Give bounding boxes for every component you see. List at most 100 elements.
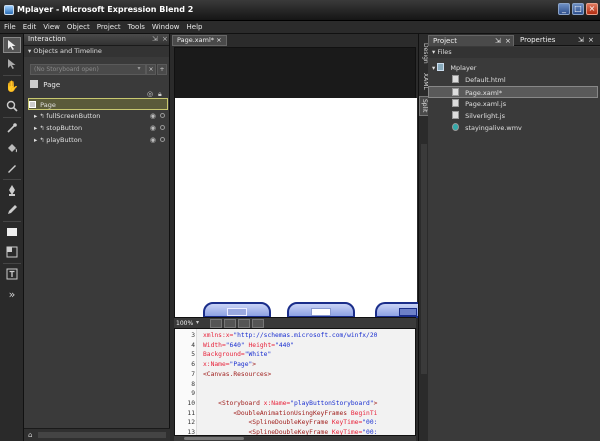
objects-timeline-header[interactable]: ▾ Objects and Timeline (24, 46, 169, 57)
code-token: KeyTime= (331, 429, 363, 436)
pin-icon[interactable]: ⇲ (495, 36, 501, 46)
tab-close-icon[interactable]: × (216, 36, 221, 44)
tree-item-page[interactable]: Page (28, 98, 168, 110)
code-line: xmlns:x="http://schemas.microsoft.com/wi… (203, 332, 377, 339)
file-item[interactable]: Silverlight.js (428, 110, 598, 122)
fullscreenbutton-shape[interactable] (375, 302, 421, 318)
line-number: 4 (191, 341, 195, 349)
scope-selector[interactable]: Page (30, 80, 60, 89)
tab-project[interactable]: Project ⇲ × (428, 35, 514, 46)
file-item[interactable]: Default.html (428, 74, 598, 86)
file-item[interactable]: Page.xaml* (428, 86, 598, 98)
toolbox-divider (3, 179, 21, 180)
menu-help[interactable]: Help (187, 23, 203, 31)
rectangle-tool-icon[interactable] (3, 224, 21, 240)
menu-edit[interactable]: Edit (23, 23, 37, 31)
tab-project-label: Project (433, 37, 457, 45)
code-token: Height= (244, 341, 276, 349)
menu-object[interactable]: Object (67, 23, 90, 31)
xaml-file-icon (452, 88, 459, 96)
panel-close-icon[interactable]: × (505, 36, 511, 46)
toolbox-divider (3, 75, 21, 76)
project-root[interactable]: ▾ Mplayer (428, 62, 598, 74)
menu-file[interactable]: File (4, 23, 16, 31)
xaml-code-editor[interactable]: 3 4 5 6 7 8 9 10 11 12 13 xmlns:x="http://schemas.… (174, 328, 416, 436)
new-storyboard-button[interactable]: + (157, 64, 167, 75)
design-canvas[interactable] (175, 98, 421, 318)
timeline-scrollbar[interactable] (38, 432, 166, 438)
line-number: 8 (191, 380, 195, 388)
storyboard-dropdown[interactable]: (No Storyboard open) (30, 64, 146, 75)
play-glyph (227, 308, 247, 316)
menu-project[interactable]: Project (97, 23, 121, 31)
stopbutton-shape[interactable] (287, 302, 355, 318)
pin-icon[interactable]: ⇲ (578, 35, 584, 45)
code-token: <Storyboard (203, 399, 264, 407)
files-header[interactable]: ▾ Files (428, 47, 600, 58)
menu-bar: File Edit View Object Project Tools Wind… (0, 21, 600, 34)
toolbox: ✋ » (0, 34, 24, 441)
interaction-panel: Interaction ⇲ × ▾ Objects and Timeline (… (24, 34, 170, 441)
code-token: "playButtonStoryboard" (290, 399, 374, 407)
line-number: 9 (191, 390, 195, 398)
interaction-panel-header: Interaction ⇲ × (24, 34, 169, 46)
effects-rendering-icon[interactable] (252, 319, 264, 328)
tab-properties[interactable]: Properties ⇲ × (516, 35, 600, 46)
eyedropper-tool-icon[interactable] (3, 120, 21, 136)
home-icon[interactable]: ⌂ (28, 431, 32, 439)
visibility-eye-icon[interactable]: ◉ (150, 122, 156, 134)
selection-tool-icon[interactable] (3, 37, 21, 53)
lock-toggle-icon[interactable] (160, 137, 165, 142)
code-line: <Canvas.Resources> (203, 371, 271, 378)
menu-view[interactable]: View (43, 23, 60, 31)
panel-close-icon[interactable]: × (588, 35, 594, 45)
visibility-eye-icon[interactable]: ◉ (150, 134, 156, 146)
lock-toggle-icon[interactable] (160, 113, 165, 118)
close-button[interactable]: × (586, 3, 598, 15)
zoom-tool-icon[interactable] (3, 98, 21, 114)
snap-lines-icon[interactable] (238, 319, 250, 328)
tree-item-stopbutton[interactable]: ▸ ↰ stopButton ◉ (28, 122, 168, 134)
code-token: xmlns:x= (203, 332, 234, 339)
pan-tool-icon[interactable]: ✋ (3, 78, 21, 94)
direct-selection-tool-icon[interactable] (3, 56, 21, 72)
file-item[interactable]: stayingalive.wmv (428, 122, 598, 134)
stop-glyph (311, 308, 331, 316)
menu-tools[interactable]: Tools (128, 23, 145, 31)
scrollbar-thumb[interactable] (184, 437, 244, 440)
artboard-vertical-scrollbar[interactable] (421, 144, 427, 374)
lock-toggle-icon[interactable] (160, 125, 165, 130)
tree-item-label: Page (40, 101, 56, 109)
visibility-eye-icon[interactable]: ◉ (150, 110, 156, 122)
pencil-tool-icon[interactable] (3, 202, 21, 218)
panel-close-icon[interactable]: × (162, 34, 168, 45)
show-grid-icon[interactable] (224, 319, 236, 328)
tree-item-playbutton[interactable]: ▸ ↰ playButton ◉ (28, 134, 168, 146)
playbutton-shape[interactable] (203, 302, 271, 318)
code-token: x:Name= (203, 361, 230, 369)
pen-tool-icon[interactable] (3, 182, 21, 198)
minimize-button[interactable]: _ (558, 3, 570, 15)
maximize-button[interactable]: □ (572, 3, 584, 15)
tab-page-xaml[interactable]: Page.xaml* × (172, 35, 227, 46)
file-item[interactable]: Page.xaml.js (428, 98, 598, 110)
asset-library-icon[interactable]: » (3, 286, 21, 302)
snap-grid-icon[interactable] (210, 319, 222, 328)
artboard (174, 47, 421, 318)
brush-transform-tool-icon[interactable] (3, 160, 21, 176)
file-name: stayingalive.wmv (465, 124, 522, 132)
close-storyboard-button[interactable]: × (146, 64, 156, 75)
code-token: KeyTime= (331, 419, 363, 427)
grid-layout-tool-icon[interactable] (3, 244, 21, 260)
tree-item-fullscreenbutton[interactable]: ▸ ↰ fullScreenButton ◉ (28, 110, 168, 122)
js-file-icon (452, 99, 459, 107)
zoom-dropdown-arrow-icon[interactable]: ▾ (196, 319, 199, 326)
document-area: Page.xaml* × 100% ▾ 3 4 5 6 7 8 9 10 11 12 13 xmln… (170, 34, 421, 441)
code-token: BeginTi (350, 409, 378, 417)
pin-icon[interactable]: ⇲ (152, 34, 158, 45)
code-horizontal-scrollbar[interactable] (174, 436, 416, 441)
text-tool-icon[interactable] (3, 266, 21, 282)
menu-window[interactable]: Window (152, 23, 180, 31)
zoom-level[interactable]: 100% (176, 319, 194, 328)
paint-bucket-tool-icon[interactable] (3, 140, 21, 156)
